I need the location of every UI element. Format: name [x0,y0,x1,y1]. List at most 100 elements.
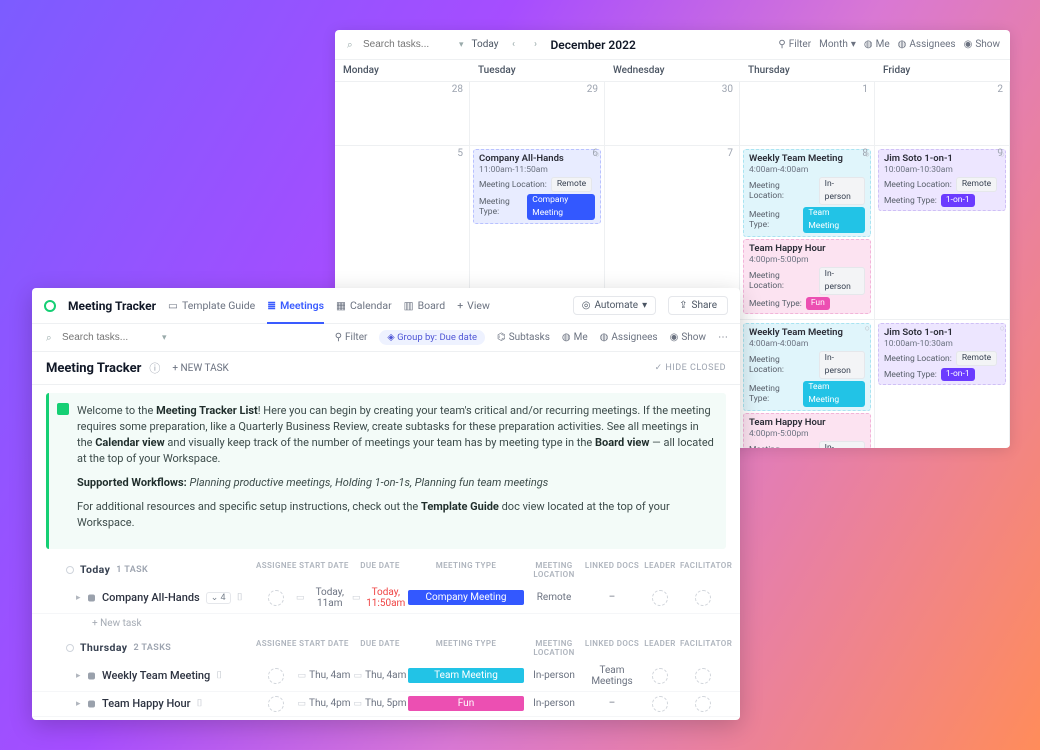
event-1on1[interactable]: ○ Jim Soto 1-on-1 10:00am-10:30am Meetin… [878,149,1006,211]
start-date-cell[interactable]: ▭Today, 11am [296,587,352,609]
expand-icon[interactable]: ▸ [76,593,81,603]
tab-board[interactable]: ▥ Board [404,295,446,316]
task-row[interactable]: ▸ Team Happy Hour ⌷ ▭Thu, 4pm ▭Thu, 5pm … [32,692,740,717]
due-date-cell[interactable]: ▭Today, 11:50am [352,587,408,609]
attachment-icon[interactable]: ⌷ [197,698,203,709]
event-weekly-team[interactable]: ○ Weekly Team Meeting 4:00am-4:00am Meet… [743,323,871,411]
collapse-circle-icon[interactable] [66,644,74,652]
group-header[interactable]: Thursday 2 TASKS ASSIGNEE START DATE DUE… [32,635,740,661]
docs-cell[interactable]: – [584,696,640,712]
calendar-cell[interactable]: 28 [335,82,470,146]
task-groups: Today 1 TASK ASSIGNEE START DATE DUE DAT… [32,557,740,720]
chevron-down-icon[interactable]: ▾ [162,333,167,343]
type-cell[interactable]: Company Meeting [408,587,524,609]
start-date-cell[interactable]: ▭Thu, 4am [296,665,352,687]
collapse-circle-icon[interactable] [66,566,74,574]
new-task-row[interactable]: + New task [32,717,740,720]
hide-closed-toggle[interactable]: ✓ HIDE CLOSED [655,363,726,373]
expand-icon[interactable]: ▸ [76,699,81,709]
event-title: Weekly Team Meeting [749,327,865,338]
panel-header: Meeting Tracker ▭ Template Guide ≣ Meeti… [32,288,740,324]
due-date-cell[interactable]: ▭Thu, 5pm [352,696,408,712]
search-input[interactable] [345,36,455,53]
assignee-cell[interactable] [256,665,296,687]
event-happy-hour[interactable]: ○ Team Happy Hour 4:00pm-5:00pm Meeting … [743,239,871,314]
show-button[interactable]: ◉ Show [670,332,706,343]
leader-cell[interactable] [640,587,680,609]
task-row[interactable]: ▸ Weekly Team Meeting ⌷ ▭Thu, 4am ▭Thu, … [32,661,740,692]
status-square-icon[interactable] [88,700,95,707]
task-row[interactable]: ▸ Company All-Hands ⌄ 4 ⌷ ▭Today, 11am ▭… [32,583,740,614]
leader-cell[interactable] [640,665,680,687]
event-company-allhands[interactable]: ○ Company All-Hands 11:00am-11:50am Meet… [473,149,601,224]
day-header: Thursday [740,60,875,81]
status-square-icon[interactable] [88,672,95,679]
assignees-filter[interactable]: ◍ Assignees [898,39,956,50]
filter-button[interactable]: ⚲ Filter [778,39,811,50]
close-icon[interactable]: ○ [865,323,870,334]
search-input[interactable] [44,329,154,346]
calendar-cell[interactable]: 1 [740,82,875,146]
docs-cell[interactable]: – [584,587,640,609]
facilitator-cell[interactable] [680,587,726,609]
more-button[interactable]: ⋯ [718,332,728,343]
calendar-cell[interactable]: 2 [875,82,1010,146]
month-selector[interactable]: Month ▾ [819,39,856,50]
assignee-cell[interactable] [256,587,296,609]
share-button[interactable]: ⇪ Share [668,296,728,315]
docs-cell[interactable]: Team Meetings [584,665,640,687]
attachment-icon[interactable]: ⌷ [237,592,243,603]
new-task-row[interactable]: + New task [32,614,740,635]
facilitator-cell[interactable] [680,665,726,687]
show-button[interactable]: ◉ Show [964,39,1000,50]
subtask-count[interactable]: ⌄ 4 [206,592,231,604]
close-icon[interactable]: ○ [1000,323,1005,334]
calendar-cell[interactable]: ○ Weekly Team Meeting 4:00am-4:00am Meet… [740,320,875,448]
group-header[interactable]: Today 1 TASK ASSIGNEE START DATE DUE DAT… [32,557,740,583]
event-weekly-team[interactable]: ○ Weekly Team Meeting 4:00am-4:00am Meet… [743,149,871,237]
event-1on1[interactable]: ○ Jim Soto 1-on-1 10:00am-10:30am Meetin… [878,323,1006,385]
info-icon[interactable]: ⓘ [149,360,160,376]
tab-template-guide[interactable]: ▭ Template Guide [168,295,255,316]
calendar-cell[interactable]: 29 [470,82,605,146]
due-date-cell[interactable]: ▭Thu, 4am [352,665,408,687]
new-task-button[interactable]: + NEW TASK [172,363,228,374]
col-type: MEETING TYPE [408,639,524,657]
tab-meetings[interactable]: ≣ Meetings [267,295,324,316]
me-filter[interactable]: ◍ Me [864,39,890,50]
me-filter[interactable]: ◍ Me [562,332,588,343]
event-time: 4:00am-4:00am [749,339,865,349]
prev-month-button[interactable]: ‹ [506,38,520,52]
col-due: DUE DATE [352,561,408,579]
calendar-cell[interactable]: 8 ○ Weekly Team Meeting 4:00am-4:00am Me… [740,146,875,320]
automate-button[interactable]: ◎ Automate ▾ [573,296,656,315]
leader-cell[interactable] [640,696,680,712]
location-cell[interactable]: In-person [524,696,584,712]
subtasks-button[interactable]: ⌬ Subtasks [497,332,550,343]
attachment-icon[interactable]: ⌷ [216,670,222,681]
next-month-button[interactable]: › [528,38,542,52]
assignee-cell[interactable] [256,696,296,712]
close-icon[interactable]: ○ [1000,149,1005,160]
add-view-button[interactable]: + View [457,295,490,316]
calendar-cell[interactable]: 9 ○ Jim Soto 1-on-1 10:00am-10:30am Meet… [875,146,1010,320]
today-button[interactable]: Today [472,39,499,50]
close-icon[interactable]: ○ [865,149,870,160]
type-cell[interactable]: Team Meeting [408,665,524,687]
expand-icon[interactable]: ▸ [76,671,81,681]
location-cell[interactable]: In-person [524,665,584,687]
location-cell[interactable]: Remote [524,587,584,609]
status-square-icon[interactable] [88,594,95,601]
calendar-cell[interactable]: 30 [605,82,740,146]
chevron-down-icon[interactable]: ▾ [459,40,464,50]
tab-calendar[interactable]: ▦ Calendar [336,295,392,316]
group-by-pill[interactable]: ◈ Group by: Due date [379,330,485,345]
event-happy-hour[interactable]: ○ Team Happy Hour 4:00pm-5:00pm Meeting … [743,413,871,448]
close-icon[interactable]: ○ [595,149,600,160]
start-date-cell[interactable]: ▭Thu, 4pm [296,696,352,712]
calendar-cell[interactable]: ○ Jim Soto 1-on-1 10:00am-10:30am Meetin… [875,320,1010,448]
filter-button[interactable]: ⚲ Filter [335,332,368,343]
facilitator-cell[interactable] [680,696,726,712]
type-cell[interactable]: Fun [408,696,524,712]
assignees-filter[interactable]: ◍ Assignees [600,332,658,343]
